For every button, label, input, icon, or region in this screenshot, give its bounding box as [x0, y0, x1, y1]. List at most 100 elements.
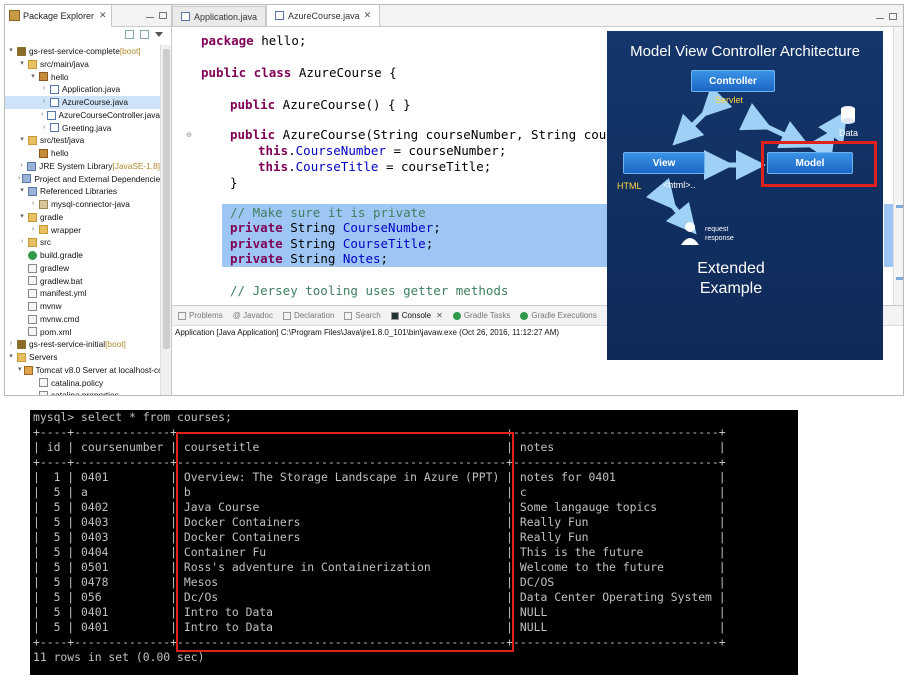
tree-item[interactable]: ▾ Tomcat v8.0 Server at localhost-config	[5, 364, 171, 377]
tab-declaration[interactable]: Declaration	[282, 311, 334, 320]
tree-item-label: Project and External Dependencies	[34, 173, 165, 184]
tree-item-label: mysql-connector-java	[51, 199, 130, 209]
search-icon	[344, 311, 353, 320]
close-icon[interactable]: ✕	[364, 10, 372, 21]
tab-search[interactable]: Search	[344, 311, 381, 320]
tree-item-label: gradlew.bat	[40, 275, 83, 286]
tab-javadoc[interactable]: @ Javadoc	[233, 311, 273, 320]
minimize-icon[interactable]	[876, 18, 884, 20]
servlet-label: Servlet	[715, 95, 744, 105]
package-explorer-scrollbar[interactable]	[160, 45, 171, 395]
code-line: public AzureCourse() { }	[230, 97, 411, 112]
expanded-arrow-icon[interactable]: ▾	[7, 45, 15, 58]
tree-item-label: hello	[51, 148, 69, 158]
collapse-all-icon[interactable]	[125, 29, 134, 39]
tree-item[interactable]: ▾ gs-rest-service-complete [boot]	[5, 45, 160, 58]
collapsed-arrow-icon[interactable]: ›	[18, 236, 26, 249]
tomcat-icon	[23, 365, 33, 375]
code-line: // Make sure it is private	[230, 205, 426, 220]
package-explorer-panel: Package Explorer ✕ ▾ gs-rest-service-comp…	[5, 5, 172, 395]
tree-item[interactable]: › AzureCourseController.java	[5, 109, 160, 122]
expanded-arrow-icon[interactable]: ▾	[18, 58, 26, 71]
tab-gradle-tasks[interactable]: Gradle Tasks	[452, 311, 511, 320]
close-icon[interactable]: ✕	[436, 311, 443, 320]
link-with-editor-icon[interactable]	[140, 29, 149, 39]
expanded-arrow-icon[interactable]: ▾	[18, 364, 22, 377]
expanded-arrow-icon[interactable]: ▾	[18, 185, 26, 198]
tree-item[interactable]: ▾ src/test/java	[5, 134, 160, 147]
tab-azurecourse-java[interactable]: AzureCourse.java ✕	[266, 5, 381, 26]
expanded-arrow-icon[interactable]: ▾	[18, 134, 26, 147]
tree-item[interactable]: ▾ hello	[5, 71, 160, 84]
tree-item[interactable]: gradlew	[5, 262, 160, 275]
problems-icon	[178, 311, 186, 320]
tree-item[interactable]: ▾ src/main/java	[5, 58, 160, 71]
tree-item[interactable]: › src	[5, 236, 160, 249]
arrow-controller-model	[739, 103, 811, 149]
collapsed-arrow-icon[interactable]: ›	[7, 338, 15, 351]
tree-item[interactable]: build.gradle	[5, 249, 160, 262]
tree-item-label: src/test/java	[40, 135, 85, 146]
tree-item-label: gs-rest-service-initial	[29, 339, 106, 350]
tree-item[interactable]: › gs-rest-service-initial [boot]	[5, 338, 160, 351]
collapsed-arrow-icon[interactable]: ›	[40, 109, 45, 122]
package-explorer-tab-label: Package Explorer	[23, 10, 95, 21]
tree-item[interactable]: gradlew.bat	[5, 275, 160, 288]
folder-icon	[28, 136, 37, 146]
view-menu-icon[interactable]	[155, 31, 163, 37]
tree-item[interactable]: mvnw	[5, 300, 160, 313]
expanded-arrow-icon[interactable]: ▾	[18, 211, 26, 224]
tree-item[interactable]: catalina.properties	[5, 389, 160, 395]
collapsed-arrow-icon[interactable]: ›	[29, 224, 37, 237]
row-count-footer: 11 rows in set (0.00 sec)	[33, 650, 205, 664]
tree-item[interactable]: ▾ gradle	[5, 211, 160, 224]
file-icon	[28, 263, 37, 273]
tab-application-java[interactable]: Application.java	[172, 6, 267, 26]
tab-gradle-executions[interactable]: Gradle Executions	[520, 311, 597, 320]
collapsed-arrow-icon[interactable]: ›	[18, 173, 20, 186]
collapsed-arrow-icon[interactable]: ›	[29, 198, 37, 211]
tree-item[interactable]: ▾ Referenced Libraries	[5, 185, 160, 198]
tree-item-label: gs-rest-service-complete	[29, 46, 120, 56]
tab-problems[interactable]: Problems	[178, 311, 223, 320]
tree-item[interactable]: › wrapper	[5, 224, 160, 237]
tree-item[interactable]: ▾ Servers	[5, 351, 160, 364]
collapsed-arrow-icon[interactable]: ›	[18, 160, 25, 173]
java-icon	[46, 110, 56, 120]
folder-icon	[39, 225, 48, 235]
declaration-icon	[282, 311, 291, 320]
fold-icon[interactable]: ⊖	[186, 131, 192, 139]
tree-item[interactable]: › Project and External Dependencies	[5, 173, 164, 186]
tree-item[interactable]: › JRE System Library [JavaSE-1.8]	[5, 160, 160, 173]
tree-item[interactable]: catalina.policy	[5, 377, 160, 390]
tab-package-explorer[interactable]: Package Explorer ✕	[5, 5, 112, 27]
tree-item[interactable]: mvnw.cmd	[5, 313, 160, 326]
slide-title: Model View Controller Architecture	[630, 43, 860, 60]
collapsed-arrow-icon[interactable]: ›	[40, 96, 48, 109]
tab-label: Gradle Tasks	[463, 311, 511, 320]
tab-console[interactable]: Console ✕	[390, 311, 443, 320]
mvc-architecture-slide: Model View Controller Architecture Contr…	[607, 31, 883, 360]
editor-scrollbar[interactable]	[893, 27, 903, 305]
tree-item[interactable]: hello	[5, 147, 160, 160]
expanded-arrow-icon[interactable]: ▾	[7, 351, 15, 364]
tree-item[interactable]: › Application.java	[5, 83, 160, 96]
tree-item-label: Referenced Libraries	[40, 186, 118, 197]
tree-item[interactable]: › mysql-connector-java	[5, 198, 160, 211]
tree-item[interactable]: › AzureCourse.java	[5, 96, 160, 109]
tree-item[interactable]: pom.xml	[5, 326, 160, 339]
minimize-icon[interactable]	[146, 17, 154, 19]
collapsed-arrow-icon[interactable]: ›	[40, 122, 48, 135]
maximize-icon[interactable]	[159, 12, 167, 19]
scrollbar-thumb[interactable]	[163, 49, 170, 349]
close-icon[interactable]: ✕	[99, 10, 107, 21]
tree-item[interactable]: manifest.yml	[5, 287, 160, 300]
tree-item[interactable]: › Greeting.java	[5, 122, 160, 135]
expanded-arrow-icon[interactable]: ▾	[29, 71, 37, 84]
tree-item-decoration: [boot]	[105, 339, 126, 350]
code-line: private String CourseTitle;	[230, 236, 434, 251]
tree-item-label: Application.java	[62, 84, 121, 95]
maximize-icon[interactable]	[889, 13, 897, 20]
user-icon	[681, 222, 699, 245]
collapsed-arrow-icon[interactable]: ›	[40, 83, 48, 96]
